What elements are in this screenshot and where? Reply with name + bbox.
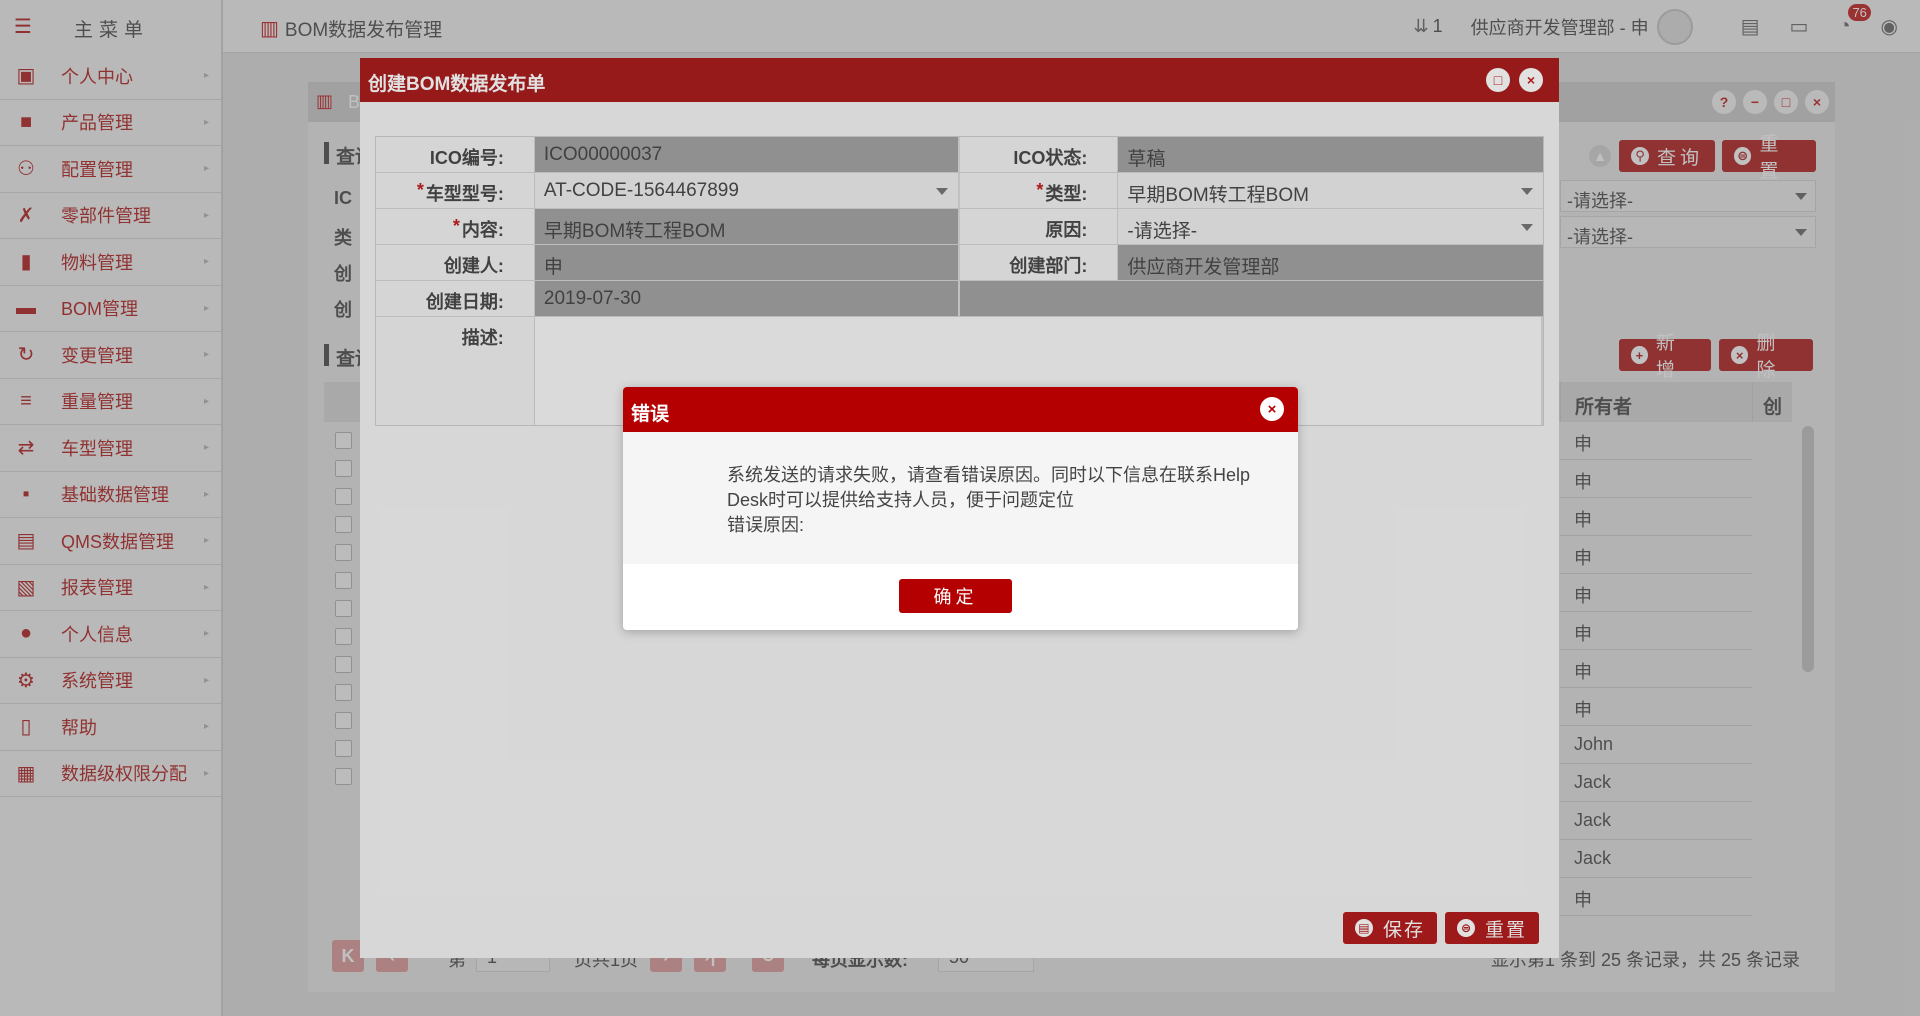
error-reason-label: 错误原因: xyxy=(727,515,805,535)
ok-button[interactable]: 确定 xyxy=(899,579,1012,613)
error-message-text: 系统发送的请求失败，请查看错误原因。同时以下信息在联系Help Desk时可以提… xyxy=(727,465,1251,510)
error-dialog: 错误 × 系统发送的请求失败，请查看错误原因。同时以下信息在联系Help Des… xyxy=(623,387,1298,630)
error-dialog-header: 错误 × xyxy=(623,387,1298,432)
error-message: 系统发送的请求失败，请查看错误原因。同时以下信息在联系Help Desk时可以提… xyxy=(727,463,1267,538)
error-dialog-title: 错误 xyxy=(631,404,670,425)
close-icon[interactable]: × xyxy=(1260,397,1284,421)
error-dialog-footer: 确定 xyxy=(623,564,1298,630)
